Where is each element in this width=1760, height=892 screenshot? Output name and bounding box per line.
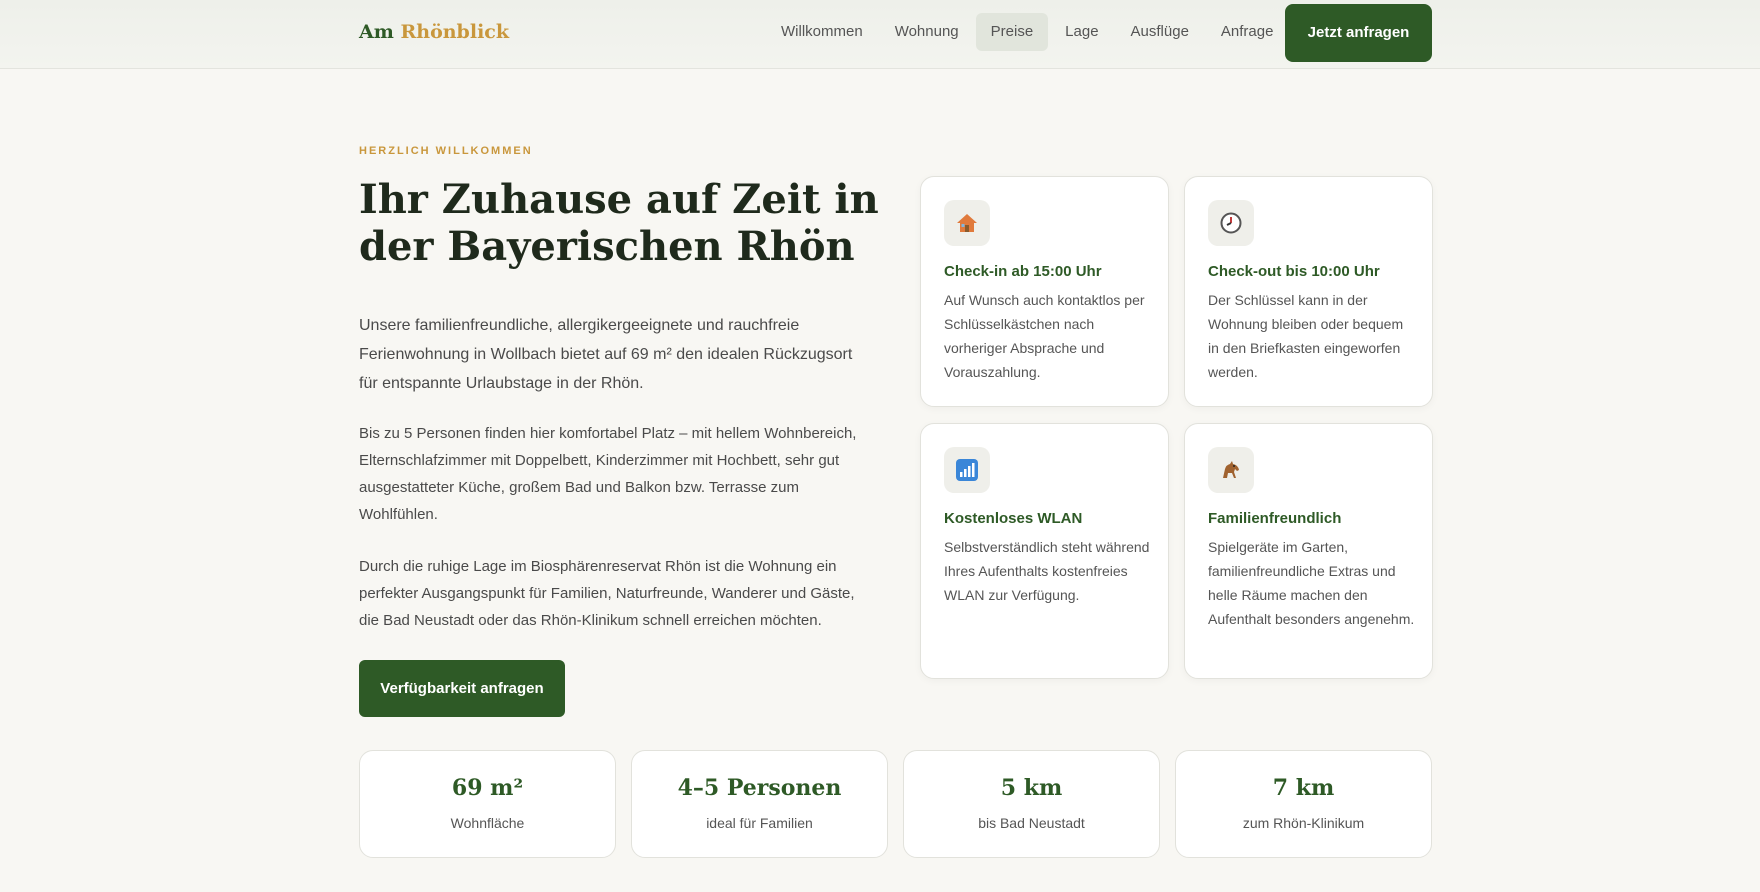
hero-paragraph-rooms: Bis zu 5 Personen finden hier komfortabe… [359, 425, 857, 523]
stat-value: 69 m² [451, 775, 524, 801]
house-icon [944, 200, 990, 246]
nav-item-ausfluege[interactable]: Ausflüge [1116, 13, 1204, 51]
feature-text: Spielgeräte im Garten, familienfreundlic… [1208, 539, 1415, 627]
stat-label: ideal für Familien [706, 815, 813, 831]
stat-card-personen: 4–5 Personen ideal für Familien [631, 750, 888, 858]
feature-title: Familienfreundlich [1208, 510, 1342, 527]
clock-icon [1208, 200, 1254, 246]
logo-text-am: Am [359, 21, 401, 43]
nav-item-wohnung[interactable]: Wohnung [880, 13, 974, 51]
logo-text-rhoenblick: Rhönblick [400, 21, 510, 43]
stat-label: Wohnfläche [450, 815, 525, 831]
feature-card-familie: Familienfreundlich Spielgeräte im Garten… [1184, 423, 1433, 679]
stat-value: 4–5 Personen [677, 775, 842, 801]
nav-item-preise[interactable]: Preise [975, 13, 1049, 51]
feature-card-checkin: Check-in ab 15:00 Uhr Auf Wunsch auch ko… [920, 176, 1169, 407]
hero-title: Ihr Zuhause auf Zeit in der Bayerischen … [359, 176, 879, 270]
hero-paragraph-location: Durch die ruhige Lage im Biosphärenreser… [359, 558, 855, 629]
main-nav: Willkommen Wohnung Preise Lage Ausflüge … [766, 13, 1290, 51]
feature-title: Check-out bis 10:00 Uhr [1208, 263, 1380, 280]
nav-item-lage[interactable]: Lage [1050, 13, 1113, 51]
site-logo[interactable]: Am Rhönblick [359, 21, 509, 43]
feature-title: Kostenloses WLAN [944, 510, 1083, 527]
stat-value: 5 km [1000, 775, 1063, 801]
feature-text: Selbstverständlich steht während Ihres A… [944, 539, 1150, 603]
feature-card-checkout: Check-out bis 10:00 Uhr Der Schlüssel ka… [1184, 176, 1433, 407]
nav-item-anfrage[interactable]: Anfrage [1206, 13, 1289, 51]
feature-title: Check-in ab 15:00 Uhr [944, 263, 1102, 280]
feature-card-wlan: Kostenloses WLAN Selbstverständlich steh… [920, 423, 1169, 679]
verfuegbarkeit-anfragen-button[interactable]: Verfügbarkeit anfragen [359, 660, 565, 717]
hero-eyebrow: HERZLICH WILLKOMMEN [359, 145, 533, 157]
jetzt-anfragen-button[interactable]: Jetzt anfragen [1285, 4, 1432, 62]
hero-paragraph-intro: Unsere familienfreundliche, allergikerge… [359, 317, 853, 392]
stat-value: 7 km [1272, 775, 1335, 801]
stat-card-wohnflaeche: 69 m² Wohnfläche [359, 750, 616, 858]
feature-text: Der Schlüssel kann in der Wohnung bleibe… [1208, 292, 1404, 380]
nav-item-willkommen[interactable]: Willkommen [766, 13, 878, 51]
stat-card-rhoen-klinikum: 7 km zum Rhön-Klinikum [1175, 750, 1432, 858]
horse-icon [1208, 447, 1254, 493]
stat-label: zum Rhön-Klinikum [1242, 815, 1365, 831]
site-header: Am Rhönblick Willkommen Wohnung Preise L… [0, 0, 1760, 69]
feature-text: Auf Wunsch auch kontaktlos per Schlüssel… [944, 292, 1145, 380]
stat-label: bis Bad Neustadt [978, 815, 1085, 831]
stat-card-bad-neustadt: 5 km bis Bad Neustadt [903, 750, 1160, 858]
signal-icon [944, 447, 990, 493]
